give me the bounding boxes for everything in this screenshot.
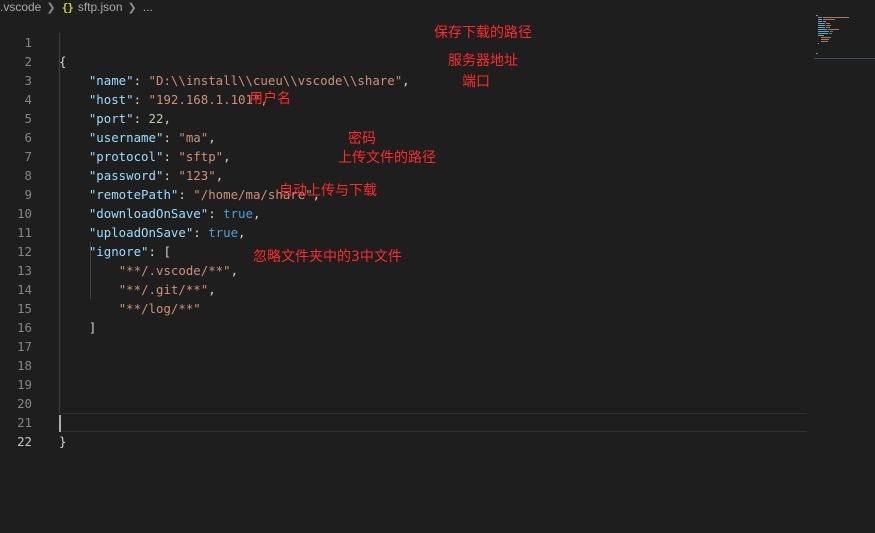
annotation-ignore-folders: 忽略文件夹中的3中文件 [253,249,402,265]
minimap-line [826,25,831,26]
minimap-line [826,27,830,28]
code-line-5: 5 "username": "ma", [0,90,810,145]
code-line-6: 6 "protocol": "sftp", [0,109,810,164]
code-line-2: 2 "name": "D:\\install\\cueu\\vscode\\sh… [0,33,810,88]
minimap-line [818,23,825,24]
breadcrumb: .vscode ❯ {} sftp.json ❯ ... [0,0,153,14]
minimap-line [826,23,830,24]
code-line-13: 13 "**/.git/**", [0,242,810,297]
code-line-20: 20 [0,375,810,411]
minimap-line [830,31,833,32]
close-brace: } [59,434,67,449]
code-line-7: 7 "password": "123", [0,128,810,183]
minimap-line [823,21,826,22]
code-line-16: 16 [0,299,810,335]
minimap-line [818,17,822,18]
minimap[interactable] [814,14,875,60]
chevron-right-icon: ❯ [46,1,56,14]
minimap-line [818,21,822,22]
annotation-save-path: 保存下载的路径 [434,25,532,41]
chevron-right-icon: ❯ [127,1,137,14]
annotation-password: 密码 [348,131,376,147]
minimap-line [818,31,829,32]
minimap-line [818,35,824,36]
minimap-line [818,43,819,44]
minimap-line [818,19,822,20]
code-line-19: 19 [0,356,810,392]
json-file-icon: {} [61,0,74,14]
code-line-3: 3 "host": "192.168.1.101", [0,52,810,107]
annotation-upload-path: 上传文件的路径 [338,150,436,166]
minimap-viewport-edge [814,58,875,59]
code-line-1: 1 { [0,14,810,69]
minimap-line [818,27,825,28]
code-line-12: 12 "**/.vscode/**", [0,223,810,278]
code-line-18: 18 [0,337,810,373]
code-line-10: 10 "uploadOnSave": true, [0,185,810,240]
minimap-line [818,25,825,26]
annotation-username: 用户名 [249,91,291,107]
minimap-line [829,33,832,34]
code-line-22: 22 [0,413,810,449]
code-editor[interactable]: 1 { 2 "name": "D:\\install\\cueu\\vscode… [0,14,810,533]
minimap-line [818,29,827,30]
minimap-line [821,37,831,38]
minimap-line [818,33,828,34]
code-line-17: 17 [0,318,810,354]
minimap-line [816,15,818,16]
breadcrumb-file[interactable]: sftp.json [78,0,123,14]
line-number: 22 [17,434,32,449]
minimap-line [823,17,849,18]
minimap-line [823,19,835,20]
code-line-15: 15 ] [0,280,810,335]
code-line-21: 21 } [0,394,810,449]
annotation-auto-sync: 自动上传与下载 [279,183,377,199]
code-line-9: 9 "downloadOnSave": true, [0,166,810,221]
minimap-line [821,41,828,42]
minimap-line [821,39,829,40]
breadcrumb-folder[interactable]: .vscode [0,0,41,14]
breadcrumb-symbols[interactable]: ... [143,0,153,14]
minimap-line [816,53,818,54]
minimap-line [828,29,839,30]
code-line-14: 14 "**/log/**" [0,261,810,316]
annotation-server-address: 服务器地址 [448,53,518,69]
code-line-4: 4 "port": 22, [0,71,810,126]
code-line-11: 11 "ignore": [ [0,204,810,259]
annotation-port: 端口 [462,74,490,90]
